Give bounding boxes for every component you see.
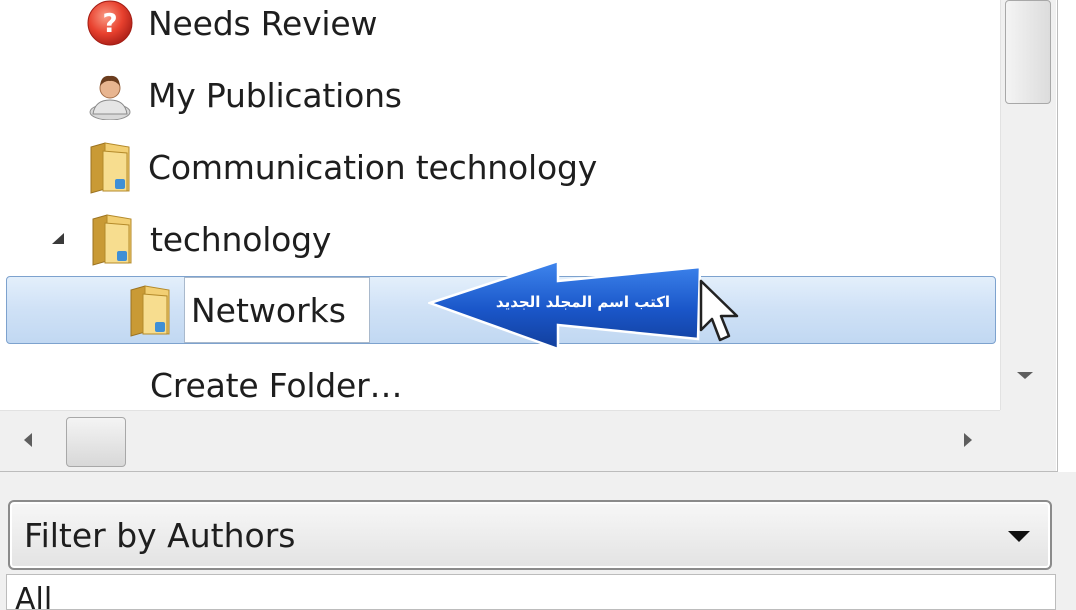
- vertical-scroll-thumb[interactable]: [1005, 0, 1051, 104]
- callout-text: اكتب اسم المجلد الجديد: [495, 293, 671, 311]
- create-folder-label: Create Folder…: [150, 365, 403, 405]
- folder-icon: [124, 282, 176, 338]
- filter-dropdown-label: Filter by Authors: [24, 516, 296, 555]
- svg-text:?: ?: [102, 9, 117, 39]
- author-list: All: [6, 574, 1056, 610]
- tree-item-my-publications[interactable]: My Publications: [84, 60, 402, 130]
- scroll-right-arrow-icon[interactable]: [964, 433, 972, 447]
- tree-item-technology[interactable]: technology: [86, 204, 331, 274]
- horizontal-scroll-thumb[interactable]: [66, 417, 126, 467]
- tree-item-label: Communication technology: [148, 147, 598, 187]
- person-icon: [84, 69, 136, 121]
- collections-tree-panel: ? Needs Review My Publications Communica…: [0, 0, 1058, 472]
- tree-item-communication-technology[interactable]: Communication technology: [84, 132, 597, 202]
- tree-item-needs-review[interactable]: ? Needs Review: [84, 0, 377, 58]
- tree-item-label: My Publications: [148, 75, 402, 115]
- needs-review-icon: ?: [84, 0, 136, 49]
- scroll-down-arrow-icon[interactable]: [1017, 372, 1033, 379]
- vertical-scrollbar[interactable]: [1000, 0, 1056, 410]
- tree-item-label: technology: [150, 219, 332, 259]
- author-list-item-all[interactable]: All: [15, 583, 52, 610]
- dropdown-arrow-icon: [1008, 531, 1030, 542]
- folder-icon: [84, 139, 136, 195]
- filter-by-authors-dropdown[interactable]: Filter by Authors: [8, 500, 1052, 570]
- folder-name-input[interactable]: [184, 277, 370, 343]
- scrollbar-corner: [1000, 410, 1056, 471]
- horizontal-scrollbar[interactable]: [0, 410, 1000, 471]
- scroll-left-arrow-icon[interactable]: [24, 433, 32, 447]
- folder-icon: [86, 211, 138, 267]
- tree-item-label: Needs Review: [148, 3, 378, 43]
- collapse-triangle-icon[interactable]: [48, 229, 68, 249]
- mouse-cursor-icon: [699, 279, 739, 342]
